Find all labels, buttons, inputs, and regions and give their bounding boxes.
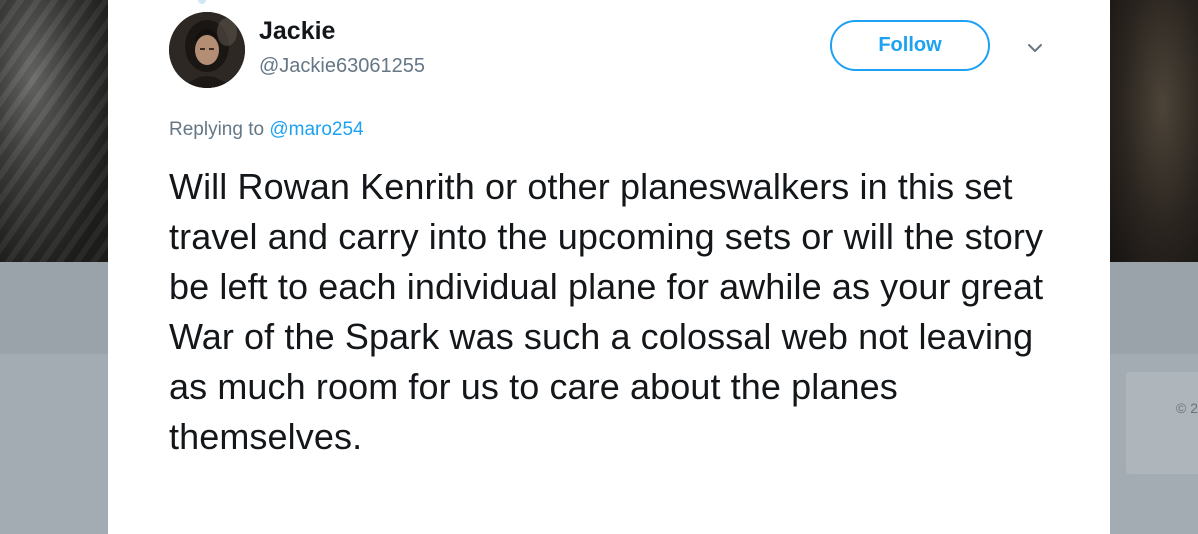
background-header-photo-left xyxy=(0,0,108,262)
avatar-image xyxy=(169,12,245,88)
tweet-text: Will Rowan Kenrith or other planeswalker… xyxy=(169,166,1044,457)
follow-button[interactable]: Follow xyxy=(830,20,990,71)
reply-context: Replying to @maro254 xyxy=(169,119,364,141)
background-copyright: © 2 xyxy=(1176,400,1198,416)
thread-connector-dot xyxy=(198,0,206,4)
reply-prefix: Replying to xyxy=(169,119,265,140)
user-display-name[interactable]: Jackie xyxy=(259,17,335,46)
chevron-down-icon[interactable] xyxy=(1025,38,1045,58)
tweet-card: Jackie @Jackie63061255 Follow Replying t… xyxy=(108,0,1110,534)
avatar[interactable] xyxy=(169,12,245,88)
background-header-photo-right xyxy=(1110,0,1198,262)
background-sidebar-card xyxy=(1126,372,1198,474)
user-handle[interactable]: @Jackie63061255 xyxy=(259,55,425,78)
reply-to-link[interactable]: @maro254 xyxy=(269,119,363,140)
